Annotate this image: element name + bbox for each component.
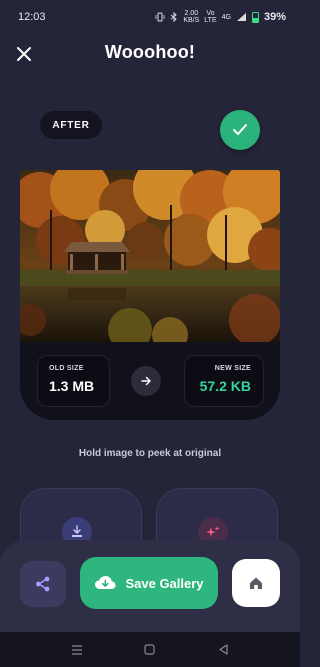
new-size-box: NEW SIZE 57.2 KB xyxy=(184,355,264,407)
bluetooth-icon xyxy=(171,12,178,22)
volte-top: Vo xyxy=(206,10,215,17)
old-size-box: OLD SIZE 1.3 MB xyxy=(37,355,110,407)
status-icons: 2.00 KB/S Vo LTE 4G 39% xyxy=(155,10,286,24)
size-comparison: OLD SIZE 1.3 MB NEW SIZE 57.2 KB xyxy=(20,355,280,409)
arrow-indicator xyxy=(131,366,161,396)
recents-button[interactable] xyxy=(62,640,92,660)
net-speed-unit: KB/S xyxy=(183,17,200,24)
system-home-button[interactable] xyxy=(135,640,165,660)
save-gallery-label: Save Gallery xyxy=(125,575,204,591)
share-icon xyxy=(36,576,50,592)
home-icon xyxy=(250,577,262,589)
peek-hint: Hold image to peek at original xyxy=(78,448,222,459)
volte-indicator: Vo LTE xyxy=(204,10,216,24)
arrow-right-icon xyxy=(141,376,151,386)
battery-icon xyxy=(251,11,259,23)
menu-lines-icon xyxy=(71,644,82,655)
net-speed: 2.00 KB/S xyxy=(183,10,199,24)
home-button[interactable] xyxy=(232,559,280,607)
battery-percent: 39% xyxy=(263,11,286,23)
after-badge: AFTER xyxy=(40,111,102,139)
signal-icon xyxy=(236,13,246,21)
back-triangle-icon xyxy=(219,644,228,655)
cloud-download-icon xyxy=(95,576,116,589)
new-size-label: NEW SIZE xyxy=(214,365,251,372)
check-icon xyxy=(233,124,247,135)
system-back-button[interactable] xyxy=(208,640,238,660)
network-type: 4G xyxy=(221,13,231,21)
square-icon xyxy=(144,644,156,655)
vibrate-icon xyxy=(155,12,165,22)
status-bar: 12:03 2.00 KB/S Vo LTE 4G 39% xyxy=(0,0,300,34)
confirm-button[interactable] xyxy=(220,110,260,150)
new-size-value: 57.2 KB xyxy=(199,378,251,394)
volte-bottom: LTE xyxy=(204,17,217,24)
page-title: Wooohoo! xyxy=(104,42,196,62)
save-gallery-button[interactable]: Save Gallery xyxy=(80,557,218,609)
old-size-value: 1.3 MB xyxy=(49,378,95,394)
net-speed-value: 2.00 xyxy=(184,10,199,17)
compressed-image[interactable] xyxy=(20,170,280,342)
result-card: OLD SIZE 1.3 MB NEW SIZE 57.2 KB xyxy=(20,170,280,420)
system-nav-bar xyxy=(0,632,300,667)
status-time: 12:03 xyxy=(18,11,46,23)
old-size-label: OLD SIZE xyxy=(49,365,84,372)
action-sheet: Save Gallery xyxy=(0,540,300,632)
share-button[interactable] xyxy=(20,561,66,607)
